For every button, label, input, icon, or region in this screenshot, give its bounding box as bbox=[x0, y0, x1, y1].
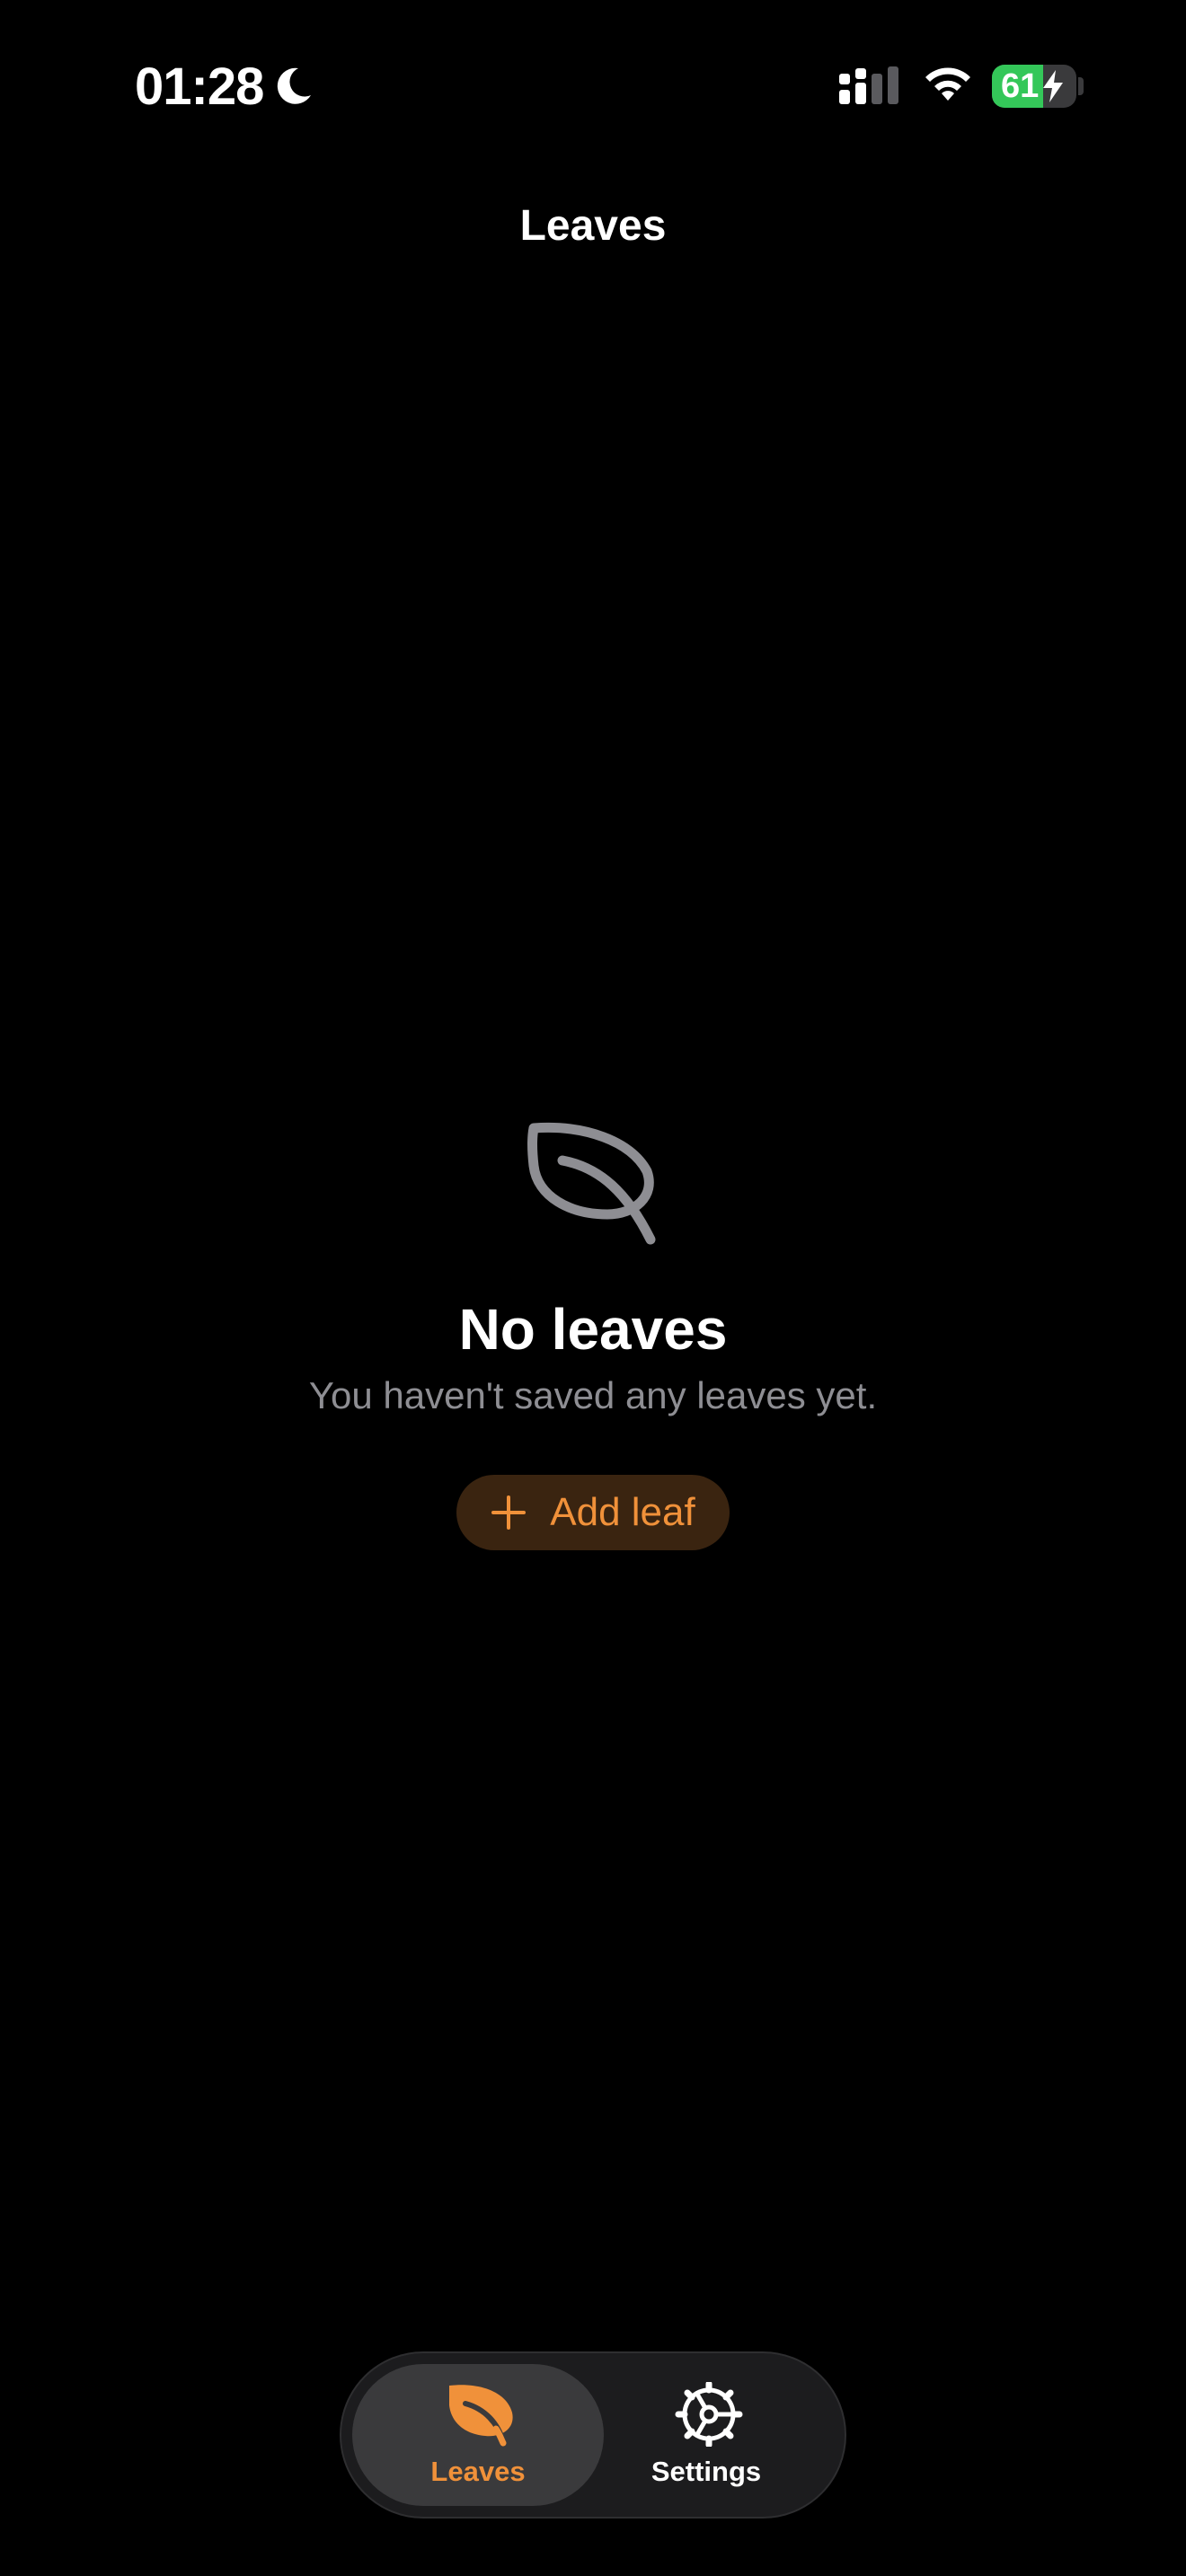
add-leaf-button[interactable]: Add leaf bbox=[456, 1475, 730, 1550]
status-bar: 01:28 61 bbox=[0, 0, 1186, 171]
empty-state-subtitle: You haven't saved any leaves yet. bbox=[308, 1374, 878, 1416]
status-time: 01:28 bbox=[135, 57, 264, 116]
tab-settings-label: Settings bbox=[651, 2456, 762, 2487]
tab-leaves-label: Leaves bbox=[430, 2456, 526, 2487]
plus-icon bbox=[491, 1495, 527, 1530]
empty-state-title: No leaves bbox=[458, 1297, 728, 1362]
add-leaf-label: Add leaf bbox=[550, 1490, 695, 1534]
moon-icon bbox=[277, 67, 311, 104]
gear-icon bbox=[675, 2382, 743, 2447]
leaves-screen: 01:28 61 Leaves No leaves You haven't sa… bbox=[0, 0, 1186, 2576]
battery-cap bbox=[1078, 77, 1084, 95]
battery-icon: 61 bbox=[992, 65, 1076, 108]
page-title: Leaves bbox=[519, 202, 667, 250]
tab-leaves[interactable]: Leaves bbox=[352, 2364, 604, 2506]
leaf-icon bbox=[449, 2385, 513, 2447]
cellular-signal-icon bbox=[839, 66, 898, 104]
charging-bolt-icon bbox=[1043, 70, 1063, 102]
leaf-outline-icon bbox=[527, 1122, 656, 1245]
battery-level: 61 bbox=[1001, 67, 1040, 105]
wifi-icon bbox=[925, 67, 970, 101]
tab-bar: Leaves Settings bbox=[340, 2351, 846, 2519]
tab-settings[interactable]: Settings bbox=[580, 2364, 832, 2506]
